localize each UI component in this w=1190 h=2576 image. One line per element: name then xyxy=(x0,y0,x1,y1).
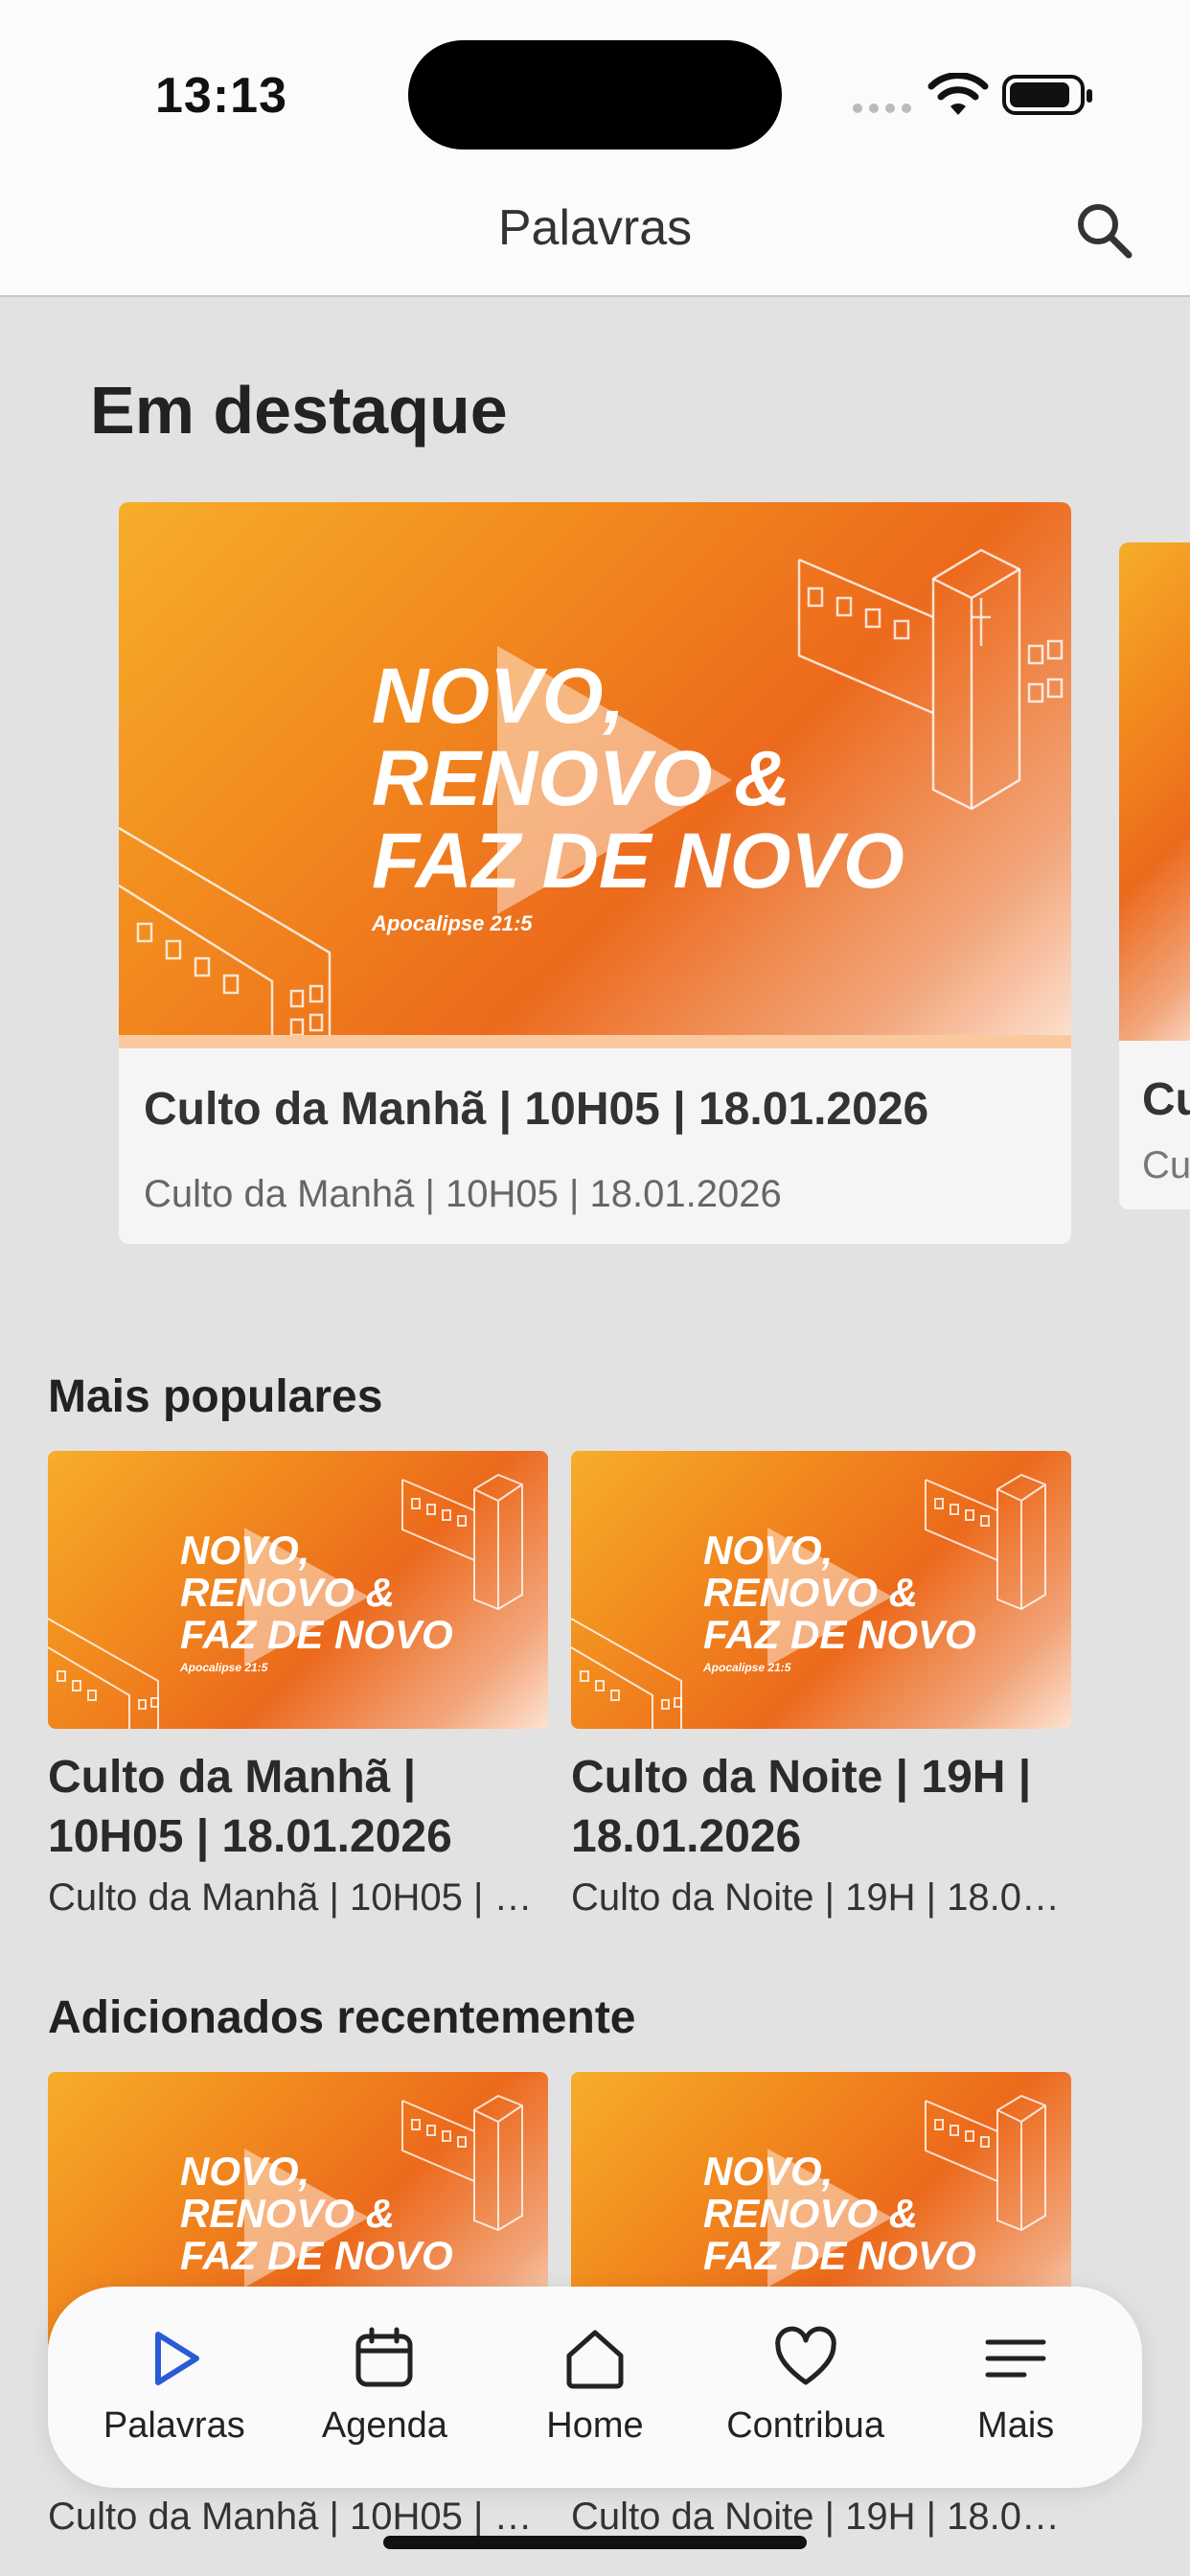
popular-card-2[interactable]: NOVO, RENOVO & FAZ DE NOVO Apocalipse 21… xyxy=(571,1451,1071,1920)
featured-thumbnail: NOVO, RENOVO & FAZ DE NOVO Apocalipse 21… xyxy=(119,502,1071,1048)
thumb-line-1: NOVO, xyxy=(372,653,626,740)
thumb-line-1: NOVO, xyxy=(703,2149,834,2194)
video-thumbnail: NOVO, RENOVO & FAZ DE NOVO Apocalipse 21… xyxy=(48,1451,548,1729)
heart-icon xyxy=(774,2326,836,2385)
featured-thumbnail-next xyxy=(1119,542,1190,1041)
tab-label: Palavras xyxy=(103,2405,245,2446)
card-title: Culto da Noite | 19H | 18.01.2026 xyxy=(571,1752,1032,1862)
card-subtitle: Culto da Manhã | 10H05 | 18.01.2026 xyxy=(48,1876,538,1919)
recent-card-1-subtitle: Culto da Manhã | 10H05 | 18.01.2026 xyxy=(48,2496,538,2538)
home-icon xyxy=(566,2330,624,2389)
tab-label: Home xyxy=(546,2405,644,2446)
thumb-line-2: RENOVO & xyxy=(703,1570,919,1616)
thumb-line-3: FAZ DE NOVO xyxy=(703,1612,976,1658)
card-title: Culto da Manhã | 10H05 | 18.01.2026 xyxy=(48,1752,452,1862)
thumb-line-1: NOVO, xyxy=(180,1528,310,1573)
calendar-icon xyxy=(355,2327,413,2387)
tab-agenda[interactable]: Agenda xyxy=(284,2287,485,2447)
thumb-ref: Apocalipse 21:5 xyxy=(372,911,533,936)
home-indicator[interactable] xyxy=(383,2536,807,2549)
tab-bar: Palavras Agenda Home Contribua Mais xyxy=(48,2287,1142,2488)
thumb-line-3: FAZ DE NOVO xyxy=(703,2233,976,2279)
tab-label: Mais xyxy=(977,2405,1055,2446)
wifi-icon xyxy=(927,73,989,115)
menu-icon xyxy=(985,2339,1046,2378)
status-bar: 13:13 xyxy=(0,0,1190,172)
thumb-line-2: RENOVO & xyxy=(180,1570,396,1616)
status-time: 13:13 xyxy=(155,68,287,124)
featured-heading: Em destaque xyxy=(90,373,508,448)
cellular-signal-icon xyxy=(853,104,911,113)
battery-icon xyxy=(1002,75,1092,115)
featured-next-title: Cu xyxy=(1142,1074,1190,1125)
tab-label: Agenda xyxy=(321,2405,447,2446)
recent-heading: Adicionados recentemente xyxy=(48,1992,636,2043)
popular-card-1[interactable]: NOVO, RENOVO & FAZ DE NOVO Apocalipse 21… xyxy=(48,1451,548,1920)
tab-contribua[interactable]: Contribua xyxy=(705,2287,906,2447)
video-thumbnail: NOVO, RENOVO & FAZ DE NOVO Apocalipse 21… xyxy=(571,1451,1071,1729)
thumb-line-2: RENOVO & xyxy=(703,2191,919,2237)
play-icon xyxy=(154,2332,199,2385)
card-subtitle: Culto da Noite | 19H | 18.01.2026 xyxy=(571,1876,1062,1919)
thumb-line-1: NOVO, xyxy=(180,2149,310,2194)
tab-palavras[interactable]: Palavras xyxy=(74,2287,275,2447)
tab-mais[interactable]: Mais xyxy=(915,2287,1116,2447)
tab-home[interactable]: Home xyxy=(494,2287,696,2447)
featured-next-subtitle: Cu xyxy=(1142,1144,1190,1186)
featured-card-next[interactable]: Cu Cu xyxy=(1119,542,1190,1209)
navigation-bar: Palavras xyxy=(0,172,1190,297)
tab-label: Contribua xyxy=(726,2405,884,2446)
thumb-line-3: FAZ DE NOVO xyxy=(180,2233,453,2279)
featured-card-subtitle: Culto da Manhã | 10H05 | 18.01.2026 xyxy=(144,1173,782,1215)
thumb-ref: Apocalipse 21:5 xyxy=(180,1661,268,1675)
recent-card-2-subtitle: Culto da Noite | 19H | 18.01.2026 xyxy=(571,2496,1062,2538)
popular-heading: Mais populares xyxy=(48,1371,383,1422)
thumb-line-1: NOVO, xyxy=(703,1528,834,1573)
featured-card[interactable]: NOVO, RENOVO & FAZ DE NOVO Apocalipse 21… xyxy=(119,502,1071,1244)
page-title: Palavras xyxy=(497,200,693,256)
dynamic-island xyxy=(408,40,782,150)
thumb-ref: Apocalipse 21:5 xyxy=(703,1661,791,1675)
featured-card-title: Culto da Manhã | 10H05 | 18.01.2026 xyxy=(144,1084,929,1135)
thumb-line-3: FAZ DE NOVO xyxy=(372,817,904,906)
thumb-line-3: FAZ DE NOVO xyxy=(180,1612,453,1658)
thumb-line-2: RENOVO & xyxy=(372,735,791,823)
search-icon[interactable] xyxy=(1071,197,1138,264)
thumb-line-2: RENOVO & xyxy=(180,2191,396,2237)
